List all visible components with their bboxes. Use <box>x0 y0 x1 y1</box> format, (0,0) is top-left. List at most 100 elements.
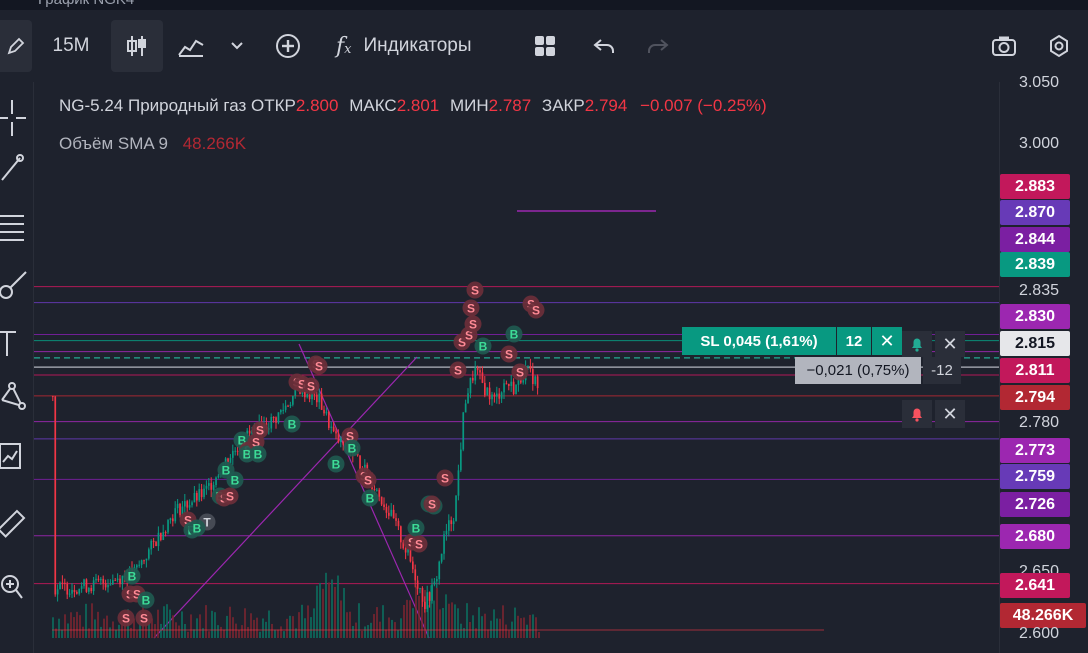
volume-bar <box>196 618 198 638</box>
undo-icon[interactable] <box>588 20 620 72</box>
candle-body <box>186 501 189 508</box>
last-price-label: 2.794 <box>1000 385 1070 410</box>
redo-icon[interactable] <box>642 20 674 72</box>
candle-body <box>164 532 167 534</box>
marker-letter: S <box>122 612 130 626</box>
volume-bar <box>529 614 531 638</box>
position-qty[interactable]: -12 <box>923 357 961 384</box>
candle-body <box>320 393 323 410</box>
volume-bar <box>352 625 354 638</box>
stop-loss-label[interactable]: SL 0,045 (1,61%) <box>682 327 836 355</box>
volume-bar <box>466 603 468 638</box>
stop-loss-close-icon[interactable]: ✕ <box>871 327 902 355</box>
candle-body <box>196 492 198 501</box>
volume-bar <box>514 607 516 638</box>
chevron-down-icon[interactable] <box>226 20 248 72</box>
candle-body <box>414 569 417 581</box>
volume-bar <box>109 627 111 638</box>
trend-line-icon[interactable] <box>0 150 30 186</box>
alert-up-control[interactable]: ✕ <box>902 331 965 357</box>
marker-letter: B <box>348 442 357 456</box>
bell-up-icon[interactable] <box>902 331 932 357</box>
volume-bar <box>166 604 168 638</box>
candle-body <box>534 376 537 385</box>
indicators-button[interactable]: fx Индикаторы <box>336 20 504 72</box>
candle-body <box>100 578 102 581</box>
volume-bar <box>94 619 96 638</box>
volume-bar <box>526 624 528 638</box>
chart-type-icon[interactable] <box>172 20 210 72</box>
low-value: 2.787 <box>488 96 532 115</box>
volume-bar <box>478 607 480 638</box>
volume-bar <box>223 629 225 638</box>
volume-bar <box>226 615 228 638</box>
fib-lines-icon[interactable] <box>0 210 30 246</box>
volume-bar <box>445 594 447 638</box>
position-pnl[interactable]: −0,021 (0,75%) <box>795 357 921 384</box>
settings-icon[interactable] <box>1042 20 1076 72</box>
marker-letter: S <box>467 302 475 316</box>
forecast-icon[interactable] <box>0 438 30 474</box>
volume-bar <box>457 608 459 638</box>
volume-bar <box>313 608 315 638</box>
candle-body <box>467 393 469 404</box>
stop-loss-qty[interactable]: 12 <box>836 327 871 355</box>
candle-body <box>412 561 414 570</box>
candle-body <box>421 588 424 602</box>
ruler-icon[interactable] <box>0 506 30 542</box>
stop-loss-order[interactable]: SL 0,045 (1,61%) 12 ✕ <box>682 327 902 355</box>
volume-bar <box>361 630 363 638</box>
candle-body <box>397 520 400 527</box>
bell-down-icon[interactable] <box>902 400 932 428</box>
candle-body <box>90 587 93 592</box>
candle-body <box>527 366 529 368</box>
alert-down-close-icon[interactable]: ✕ <box>935 400 965 428</box>
volume-bar <box>178 625 180 638</box>
pattern-icon[interactable] <box>0 380 30 416</box>
candle-body <box>503 383 505 393</box>
volume-bar <box>382 605 384 638</box>
camera-icon[interactable] <box>987 20 1021 72</box>
candle-body <box>179 503 181 516</box>
candle-body <box>376 489 378 491</box>
window-title: График NGK4 <box>38 0 134 8</box>
brush-icon[interactable] <box>0 268 30 304</box>
change-value: −0.007 (−0.25%) <box>640 96 767 115</box>
layout-grid-icon[interactable] <box>528 20 562 72</box>
candle-body <box>337 433 340 443</box>
zoom-icon[interactable] <box>0 568 30 604</box>
alert-up-close-icon[interactable]: ✕ <box>935 331 965 357</box>
candle-body <box>172 518 174 522</box>
plus-circle-icon[interactable] <box>268 20 308 72</box>
candle-body <box>419 588 421 590</box>
candle-body <box>162 532 165 540</box>
volume-bar <box>301 604 303 638</box>
volume-bar <box>433 600 435 638</box>
marker-letter: S <box>469 318 477 332</box>
candle-body <box>500 392 503 399</box>
pencil-icon[interactable] <box>0 20 32 72</box>
volume-bar <box>385 629 387 638</box>
price-scale[interactable]: 3.050 3.000 2.883 2.870 2.844 2.839 2.83… <box>999 74 1088 653</box>
position-line[interactable]: −0,021 (0,75%) -12 <box>795 357 961 384</box>
interval-button[interactable]: 15M <box>44 20 98 72</box>
volume-label[interactable]: Объём SMA 9 <box>59 134 168 153</box>
symbol-name[interactable]: NG-5.24 Природный газ <box>59 96 246 115</box>
candle-body <box>395 518 397 521</box>
candle-body <box>515 384 517 395</box>
volume-bar <box>454 604 456 638</box>
volume-bar <box>346 612 348 638</box>
candles-icon[interactable] <box>111 20 163 72</box>
text-icon[interactable] <box>0 326 30 362</box>
volume-bar <box>337 575 339 638</box>
marker-letter: B <box>193 522 202 536</box>
marker-letter: S <box>226 490 234 504</box>
candle-body <box>200 489 203 498</box>
candle-body <box>282 409 285 411</box>
crosshair-icon[interactable] <box>0 100 30 136</box>
candle-body <box>424 601 426 609</box>
volume-bar <box>367 625 369 638</box>
alert-down-control[interactable]: ✕ <box>902 400 965 428</box>
candle-body <box>150 540 153 550</box>
candle-body <box>92 580 95 592</box>
